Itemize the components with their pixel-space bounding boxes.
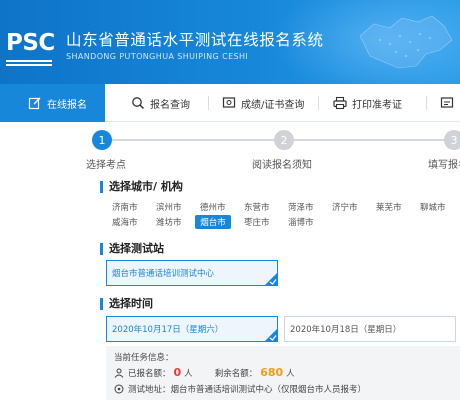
nav-registration-query[interactable]: 报名查询 (131, 84, 190, 122)
remaining-unit: 人 (286, 368, 295, 379)
city-option-selected[interactable]: 烟台市 (195, 215, 231, 229)
step-2-circle: 2 (274, 130, 294, 150)
site-title: 山东省普通话水平测试在线报名系统 (66, 31, 324, 49)
nav-divider (318, 96, 319, 110)
date-label: 2020年10月17日（星期六） (112, 325, 224, 335)
task-info-title: 当前任务信息： (114, 353, 174, 363)
remaining-label: 剩余名额： (214, 368, 258, 379)
nav-divider (426, 96, 427, 110)
message-icon (440, 97, 454, 108)
step-connector (294, 139, 444, 141)
registered-label: 已报名额： (128, 368, 171, 379)
search-icon (132, 97, 145, 110)
selected-check-icon (264, 328, 278, 342)
site-section-title: 选择测试站 (100, 243, 164, 255)
step-connector (112, 139, 274, 141)
registered-count: 0 (173, 366, 182, 379)
registered-unit: 人 (184, 368, 193, 379)
city-option[interactable]: 济南市 (109, 200, 141, 214)
nav-print-admission[interactable]: 打印准考证 (333, 84, 402, 122)
date-option-selected[interactable]: 2020年10月17日（星期六） (106, 316, 278, 342)
date-label: 2020年10月18日（星期日） (290, 325, 402, 335)
city-option[interactable]: 聊城市 (417, 200, 449, 214)
psc-logo: PSC (6, 30, 55, 56)
nav-label: 打印准考证 (352, 99, 402, 111)
test-site-option[interactable]: 烟台市普通话培训测试中心 (106, 260, 278, 286)
location-pin-icon (114, 384, 124, 394)
city-option[interactable]: 菏泽市 (285, 200, 317, 214)
city-option[interactable]: 淄博市 (285, 215, 317, 229)
city-section-title: 选择城市/ 机构 (100, 181, 183, 193)
test-site-label: 烟台市普通话培训测试中心 (112, 269, 215, 279)
city-option[interactable]: 威海市 (109, 215, 141, 229)
nav-more[interactable] (440, 84, 459, 122)
step-1-circle: 1 (92, 130, 112, 150)
main-nav: 在线报名 报名查询 成绩/证书查询 打印准考证 (0, 84, 460, 122)
task-info-panel: 当前任务信息： 已报名额： 0 人 剩余名额： 680 人 测试地址： 烟台市普… (106, 346, 460, 400)
logo-underline (6, 60, 52, 62)
city-option[interactable]: 枣庄市 (241, 215, 273, 229)
nav-label: 报名查询 (150, 99, 190, 111)
nav-label: 在线报名 (47, 99, 87, 111)
site-subtitle: SHANDONG PUTONGHUA SHUIPING CESHI (66, 52, 249, 61)
edit-icon (28, 97, 41, 110)
nav-label: 成绩/证书查询 (241, 99, 305, 111)
city-option[interactable]: 莱芜市 (373, 200, 405, 214)
quota-row: 已报名额： 0 人 剩余名额： 680 人 (114, 366, 295, 379)
selected-check-icon (264, 272, 278, 286)
remaining-count: 680 (260, 366, 284, 379)
date-option[interactable]: 2020年10月18日（星期日） (284, 316, 456, 342)
city-option[interactable]: 滨州市 (153, 200, 185, 214)
printer-icon (333, 96, 347, 110)
site-header: PSC 山东省普通话水平测试在线报名系统 SHANDONG PUTONGHUA … (0, 0, 460, 84)
logo-underline (6, 64, 52, 66)
step-3-circle: 3 (444, 130, 460, 150)
address-label: 测试地址： (128, 385, 171, 395)
city-option[interactable]: 潍坊市 (153, 215, 185, 229)
step-1-label: 选择考点 (86, 160, 126, 171)
nav-online-registration[interactable]: 在线报名 (0, 84, 105, 122)
step-2-label: 阅读报名须知 (252, 160, 312, 171)
address-row: 测试地址： 烟台市普通话培训测试中心（仅限烟台市人员报考） (114, 383, 366, 395)
city-option[interactable]: 德州市 (197, 200, 229, 214)
nav-score-certificate[interactable]: 成绩/证书查询 (222, 84, 304, 122)
address-value: 烟台市普通话培训测试中心（仅限烟台市人员报考） (170, 385, 367, 395)
time-section-title: 选择时间 (100, 298, 153, 310)
user-icon (114, 368, 124, 378)
step-3-label: 填写报名 (428, 160, 460, 171)
city-option[interactable]: 东营市 (241, 200, 273, 214)
certificate-icon (222, 97, 236, 108)
city-option[interactable]: 济宁市 (329, 200, 361, 214)
shandong-map-graphic (359, 15, 453, 69)
nav-divider (208, 96, 209, 110)
